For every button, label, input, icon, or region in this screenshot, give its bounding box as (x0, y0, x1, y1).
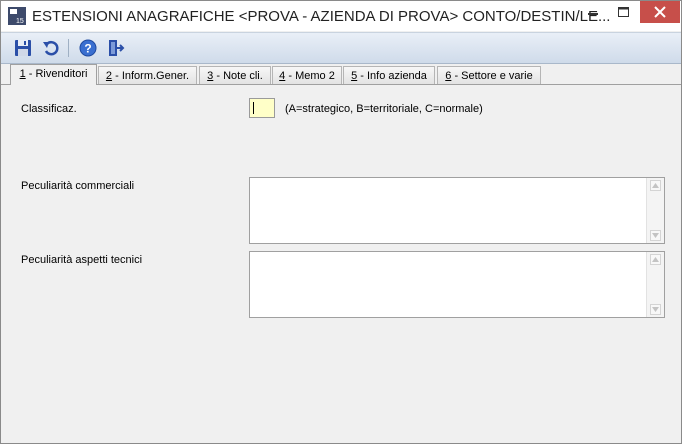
minimize-button[interactable] (578, 1, 608, 23)
svg-text:?: ? (84, 42, 91, 56)
title-bar: 15 ESTENSIONI ANAGRAFICHE <PROVA - AZIEN… (1, 1, 681, 31)
tab-inform-gener[interactable]: 2 - Inform.Gener. (98, 66, 197, 84)
window-title: ESTENSIONI ANAGRAFICHE <PROVA - AZIENDA … (32, 8, 611, 25)
classificaz-label: Classificaz. (21, 103, 77, 115)
text-caret (253, 102, 254, 114)
peculiarita-commerciali-label: Peculiarità commerciali (21, 180, 135, 192)
tab-info-azienda[interactable]: 5 - Info azienda (343, 66, 435, 84)
tab-note-cli[interactable]: 3 - Note cli. (199, 66, 271, 84)
scroll-up-icon[interactable] (650, 180, 661, 191)
minimize-icon (588, 13, 598, 15)
undo-icon (43, 40, 59, 56)
tab-rivenditori[interactable]: 1 - Rivenditori (10, 64, 97, 85)
tab-divider (1, 84, 681, 85)
main-window: 15 ESTENSIONI ANAGRAFICHE <PROVA - AZIEN… (0, 0, 682, 444)
scroll-down-icon[interactable] (650, 304, 661, 315)
tab-settore-e-varie[interactable]: 6 - Settore e varie (437, 66, 541, 84)
toolbar-separator (68, 39, 69, 57)
maximize-icon (617, 7, 629, 17)
svg-text:15: 15 (16, 18, 24, 25)
tab-strip: 1 - Rivenditori 2 - Inform.Gener. 3 - No… (1, 64, 681, 85)
tab-memo-2[interactable]: 4 - Memo 2 (272, 66, 342, 84)
close-button[interactable] (640, 1, 680, 23)
classificaz-input[interactable] (249, 98, 275, 118)
exit-icon (109, 40, 125, 56)
scroll-down-icon[interactable] (650, 230, 661, 241)
classificaz-hint: (A=strategico, B=territoriale, C=normale… (285, 103, 483, 115)
vertical-scrollbar[interactable] (646, 252, 664, 317)
maximize-button[interactable] (608, 1, 638, 23)
help-icon: ? (79, 39, 97, 57)
undo-button[interactable] (40, 37, 62, 59)
help-button[interactable]: ? (77, 37, 99, 59)
peculiarita-tecnici-label: Peculiarità aspetti tecnici (21, 254, 143, 266)
toolbar: ? (1, 32, 681, 64)
save-icon (15, 40, 31, 56)
vertical-scrollbar[interactable] (646, 178, 664, 243)
close-icon (654, 6, 666, 18)
save-button[interactable] (12, 37, 34, 59)
scroll-up-icon[interactable] (650, 254, 661, 265)
exit-button[interactable] (105, 37, 127, 59)
app-icon: 15 (8, 7, 26, 25)
peculiarita-commerciali-textarea[interactable] (249, 177, 665, 244)
peculiarita-tecnici-textarea[interactable] (249, 251, 665, 318)
